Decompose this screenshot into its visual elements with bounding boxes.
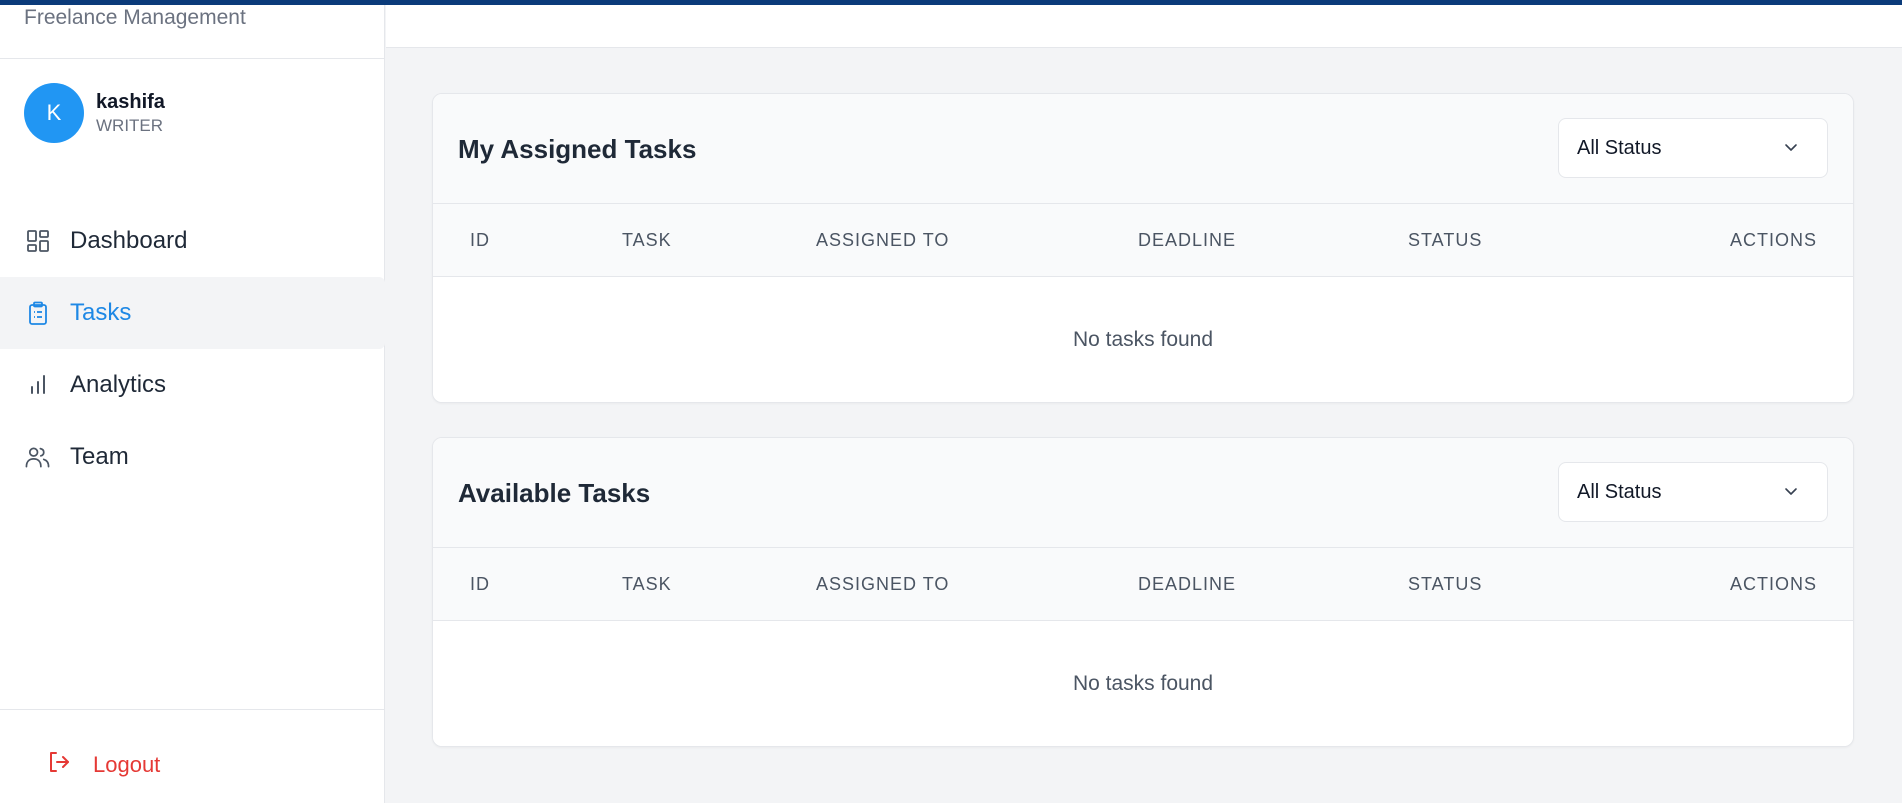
available-tasks-title: Available Tasks <box>458 478 651 508</box>
column-header-actions: ACTIONS <box>1729 574 1817 594</box>
table-header: ID TASK ASSIGNED TO DEADLINE STATUS ACTI… <box>433 204 1853 277</box>
sidebar-item-label: Analytics <box>70 371 167 398</box>
column-header-id: ID <box>470 574 490 594</box>
sidebar-item-tasks[interactable]: Tasks <box>0 277 385 349</box>
top-accent-bar <box>0 0 1902 5</box>
column-header-status: STATUS <box>1408 574 1483 594</box>
logout-label: Logout <box>93 751 161 777</box>
column-header-status: STATUS <box>1408 230 1483 250</box>
empty-state-message: No tasks found <box>433 621 1853 746</box>
sidebar-item-team[interactable]: Team <box>0 421 385 493</box>
divider <box>0 58 385 59</box>
bar-chart-icon <box>25 373 50 398</box>
card-header: My Assigned Tasks All Status <box>433 94 1853 204</box>
sidebar-nav: Dashboard Tasks Analytics Team <box>0 205 385 493</box>
column-header-task: TASK <box>622 230 672 250</box>
sidebar-item-dashboard[interactable]: Dashboard <box>0 205 385 277</box>
chevron-down-icon <box>1783 483 1799 504</box>
table-header: ID TASK ASSIGNED TO DEADLINE STATUS ACTI… <box>433 548 1853 621</box>
column-header-assigned-to: ASSIGNED TO <box>816 574 950 594</box>
assigned-status-filter[interactable]: All Status <box>1558 118 1828 178</box>
brand-title: Freelance Management <box>24 6 246 29</box>
users-icon <box>25 445 50 470</box>
column-header-task: TASK <box>622 574 672 594</box>
dashboard-icon <box>25 229 50 254</box>
sidebar-item-label: Team <box>70 443 129 470</box>
logout-button[interactable]: Logout <box>47 750 160 779</box>
column-header-id: ID <box>470 230 490 250</box>
available-status-filter[interactable]: All Status <box>1558 462 1828 522</box>
user-role: WRITER <box>96 116 164 135</box>
sidebar: Freelance Management K kashifa WRITER Da… <box>0 0 385 803</box>
clipboard-icon <box>25 301 50 326</box>
column-header-deadline: DEADLINE <box>1138 574 1237 594</box>
sidebar-item-label: Tasks <box>70 299 132 326</box>
status-filter-value: All Status <box>1577 480 1662 503</box>
user-info: kashifa WRITER <box>96 89 165 137</box>
divider <box>0 709 385 710</box>
sidebar-item-label: Dashboard <box>70 227 188 254</box>
logout-icon <box>47 750 71 779</box>
empty-state-message: No tasks found <box>433 277 1853 402</box>
user-name: kashifa <box>96 91 165 113</box>
avatar: K <box>24 83 84 143</box>
assigned-tasks-title: My Assigned Tasks <box>458 134 697 164</box>
status-filter-value: All Status <box>1577 136 1662 159</box>
column-header-deadline: DEADLINE <box>1138 230 1237 250</box>
card-header: Available Tasks All Status <box>433 438 1853 548</box>
user-profile: K kashifa WRITER <box>24 83 165 143</box>
sidebar-item-analytics[interactable]: Analytics <box>0 349 385 421</box>
top-header <box>386 0 1902 48</box>
assigned-tasks-card: My Assigned Tasks All Status ID TASK ASS… <box>432 93 1854 403</box>
available-tasks-card: Available Tasks All Status ID TASK ASSIG… <box>432 437 1854 747</box>
column-header-assigned-to: ASSIGNED TO <box>816 230 950 250</box>
column-header-actions: ACTIONS <box>1729 230 1817 250</box>
chevron-down-icon <box>1783 139 1799 160</box>
